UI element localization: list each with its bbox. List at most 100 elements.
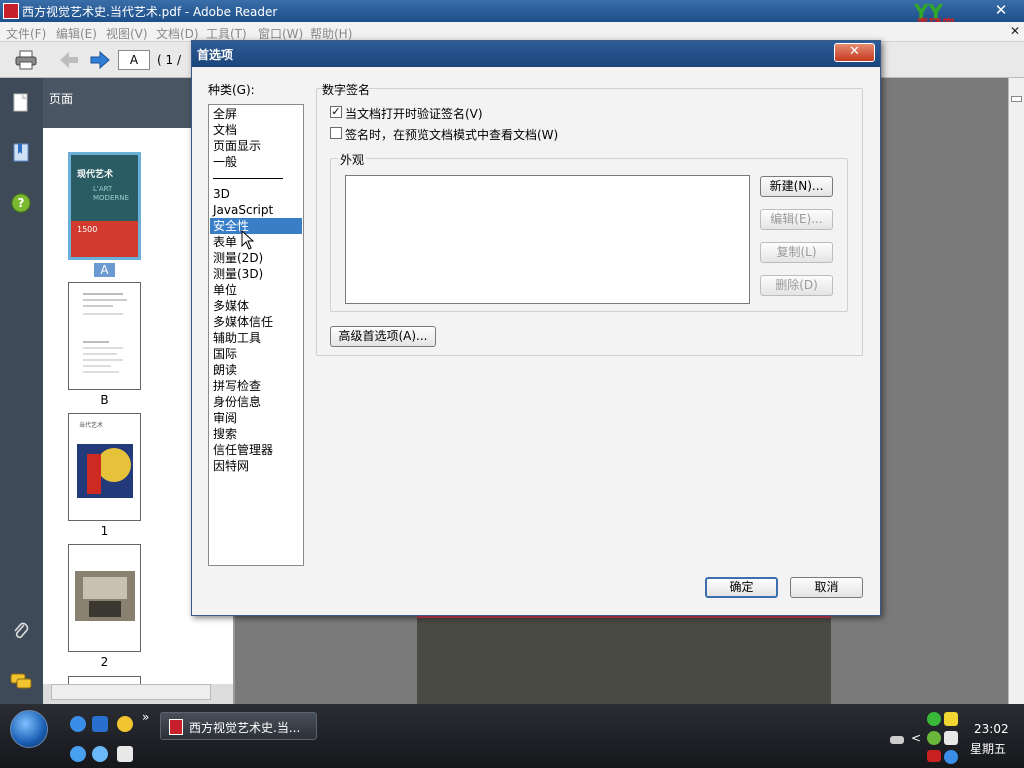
- messenger-icon[interactable]: [92, 746, 108, 762]
- category-measuring-2d[interactable]: 测量(2D): [210, 250, 302, 266]
- menu-file[interactable]: 文件(F): [6, 25, 46, 42]
- category-multimedia[interactable]: 多媒体: [210, 298, 302, 314]
- category-reviewing[interactable]: 审阅: [210, 410, 302, 426]
- help-nav-button[interactable]: ?: [10, 192, 32, 214]
- page-number-input[interactable]: A: [118, 50, 150, 70]
- taskbar-adobe-reader-button[interactable]: 西方视觉艺术史.当...: [160, 712, 317, 740]
- category-identity[interactable]: 身份信息: [210, 394, 302, 410]
- start-button[interactable]: [10, 710, 48, 748]
- verify-on-open-label: 当文档打开时验证签名(V): [345, 107, 483, 121]
- category-read-out-loud[interactable]: 朗读: [210, 362, 302, 378]
- internet-explorer-icon[interactable]: [70, 716, 86, 732]
- warning-icon[interactable]: [944, 712, 958, 726]
- cancel-button[interactable]: 取消: [790, 577, 863, 598]
- window-title-bar: 西方视觉艺术史.当代艺术.pdf - Adobe Reader YY 青硕兜 ✕: [0, 0, 1024, 33]
- page-thumbnail-a[interactable]: 现代艺术 L'ART MODERNE 1500: [68, 152, 141, 260]
- category-separator: [213, 178, 283, 179]
- ati-icon[interactable]: [927, 750, 941, 762]
- svg-text:?: ?: [18, 196, 25, 210]
- language-icon[interactable]: [944, 750, 958, 764]
- thumbnail-label-1: 1: [100, 524, 109, 538]
- duplicate-appearance-button[interactable]: 复制(L): [760, 242, 833, 263]
- category-international[interactable]: 国际: [210, 346, 302, 362]
- paperclip-icon: [14, 622, 29, 639]
- category-measuring-3d[interactable]: 测量(3D): [210, 266, 302, 282]
- next-page-button[interactable]: [89, 50, 111, 70]
- category-trust-manager[interactable]: 信任管理器: [210, 442, 302, 458]
- category-internet[interactable]: 因特网: [210, 458, 302, 474]
- category-3d[interactable]: 3D: [210, 186, 302, 202]
- category-spelling[interactable]: 拼写检查: [210, 378, 302, 394]
- arrow-left-icon: [60, 52, 78, 68]
- task-title: 西方视觉艺术史.当...: [189, 721, 301, 735]
- clock-time[interactable]: 23:02: [974, 722, 1009, 736]
- category-accessibility[interactable]: 辅助工具: [210, 330, 302, 346]
- category-javascript[interactable]: JavaScript: [210, 202, 302, 218]
- thumbnail-label-2: 2: [100, 655, 109, 669]
- digital-signatures-title: 数字签名: [322, 83, 371, 97]
- bookmarks-nav-button[interactable]: [10, 142, 32, 164]
- advanced-preferences-button[interactable]: 高级首选项(A)...: [330, 326, 436, 347]
- verify-on-open-checkbox[interactable]: ✓: [330, 106, 342, 118]
- page-thumbnail-b[interactable]: [68, 282, 141, 390]
- qq-icon[interactable]: [117, 716, 133, 732]
- previous-page-button[interactable]: [58, 50, 80, 70]
- network-icon[interactable]: [927, 731, 941, 745]
- comments-icon: [10, 673, 32, 689]
- bookmark-icon: [13, 143, 29, 162]
- pages-nav-button[interactable]: [10, 92, 32, 114]
- category-multimedia-trust[interactable]: 多媒体信任: [210, 314, 302, 330]
- quicklaunch-overflow-icon[interactable]: »: [142, 710, 149, 724]
- ie-quicklaunch-icon[interactable]: [92, 716, 108, 732]
- mouse-cursor-icon: [241, 230, 255, 250]
- category-list: 全屏 文档 页面显示 一般 3D JavaScript 安全性 表单 测量(2D…: [208, 104, 304, 566]
- thumbnail-label-b: B: [100, 393, 109, 407]
- search-app-icon[interactable]: [70, 746, 86, 762]
- tray-app-icon[interactable]: [927, 712, 941, 726]
- category-units[interactable]: 单位: [210, 282, 302, 298]
- menu-edit[interactable]: 编辑(E): [56, 25, 97, 42]
- attachments-nav-button[interactable]: [10, 620, 32, 642]
- delete-appearance-button[interactable]: 删除(D): [760, 275, 833, 296]
- tray-expand-button[interactable]: <: [911, 731, 921, 745]
- edit-appearance-button[interactable]: 编辑(E)...: [760, 209, 833, 230]
- category-documents[interactable]: 文档: [210, 122, 302, 138]
- help-icon: ?: [11, 193, 31, 213]
- dialog-close-button[interactable]: ✕: [834, 43, 875, 62]
- dialog-title: 首选项: [197, 48, 234, 62]
- category-forms[interactable]: 表单: [210, 234, 302, 250]
- document-close-button[interactable]: ✕: [1010, 24, 1020, 38]
- category-fullscreen[interactable]: 全屏: [210, 106, 302, 122]
- pages-icon: [13, 93, 28, 112]
- ok-button[interactable]: 确定: [705, 577, 778, 598]
- volume-icon[interactable]: [944, 731, 958, 745]
- ebay-icon[interactable]: [117, 746, 133, 762]
- new-appearance-button[interactable]: 新建(N)...: [760, 176, 833, 197]
- print-button[interactable]: [15, 50, 37, 70]
- window-title: 西方视觉艺术史.当代艺术.pdf - Adobe Reader: [22, 5, 278, 19]
- appearance-list[interactable]: [345, 175, 750, 304]
- preview-mode-checkbox[interactable]: [330, 127, 342, 139]
- thumbnails-horizontal-scrollbar[interactable]: [51, 684, 211, 700]
- menu-view[interactable]: 视图(V): [106, 25, 148, 42]
- page-thumbnail-1[interactable]: 当代艺术: [68, 413, 141, 521]
- comments-nav-button[interactable]: [10, 670, 32, 692]
- scroll-thumb[interactable]: [1011, 96, 1022, 102]
- category-page-display[interactable]: 页面显示: [210, 138, 302, 154]
- window-close-button[interactable]: ✕: [986, 0, 1016, 20]
- cover-year: 1500: [77, 225, 98, 234]
- page-count: ( 1 /: [157, 53, 181, 67]
- pages-panel-title: 页面: [49, 92, 74, 106]
- keyboard-icon[interactable]: [890, 736, 904, 744]
- navigation-panel: ?: [0, 78, 43, 704]
- page-thumbnail-next[interactable]: [68, 676, 141, 684]
- appearance-title: 外观: [338, 151, 367, 168]
- page-thumbnail-2[interactable]: [68, 544, 141, 652]
- category-general[interactable]: 一般: [210, 154, 302, 170]
- cover-title: 现代艺术: [77, 170, 114, 180]
- menu-bar: 文件(F) 编辑(E) 视图(V) 文档(D) 工具(T) 窗口(W) 帮助(H…: [0, 22, 1024, 42]
- document-vertical-scrollbar[interactable]: [1008, 78, 1024, 704]
- preview-mode-label: 签名时，在预览文档模式中查看文档(W): [345, 128, 559, 142]
- category-security[interactable]: 安全性: [210, 218, 302, 234]
- category-search[interactable]: 搜索: [210, 426, 302, 442]
